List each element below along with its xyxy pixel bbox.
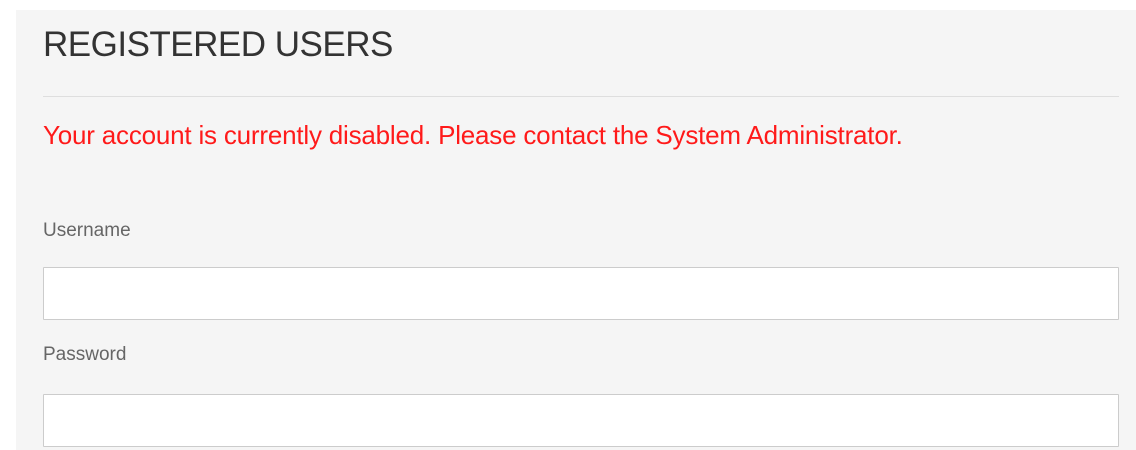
password-field[interactable]: [43, 394, 1119, 447]
login-panel: REGISTERED USERS Your account is current…: [16, 10, 1136, 450]
title-divider: [43, 96, 1119, 97]
page-title: REGISTERED USERS: [43, 25, 393, 64]
username-label: Username: [43, 220, 131, 241]
account-disabled-error: Your account is currently disabled. Plea…: [43, 120, 903, 150]
username-field[interactable]: [43, 267, 1119, 320]
password-label: Password: [43, 344, 127, 365]
